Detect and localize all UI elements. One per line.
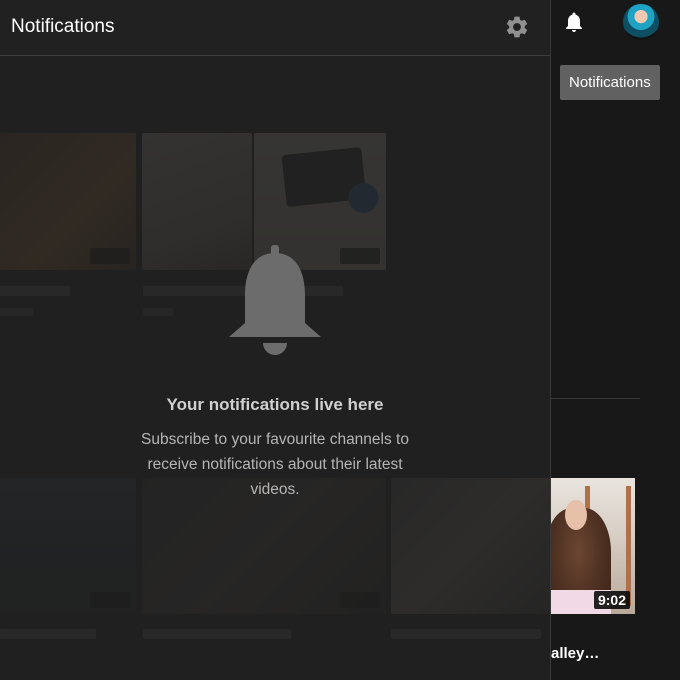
notifications-button[interactable] xyxy=(560,8,588,36)
video-title[interactable]: alley… xyxy=(551,645,599,662)
empty-state-heading: Your notifications live here xyxy=(166,395,384,414)
avatar[interactable] xyxy=(623,4,659,40)
duration-badge: 9:02 xyxy=(593,591,630,609)
notifications-panel: Notifications Your notifications live he… xyxy=(0,0,551,680)
video-thumbnail[interactable]: 9:02 xyxy=(551,478,635,614)
bell-icon xyxy=(566,12,582,32)
panel-header: Notifications xyxy=(0,0,550,56)
settings-button[interactable] xyxy=(502,12,532,42)
gear-icon xyxy=(506,16,528,38)
empty-state-description: Subscribe to your favourite channels to … xyxy=(141,431,409,498)
notifications-tooltip: Notifications xyxy=(560,65,660,100)
section-divider xyxy=(551,398,640,399)
bell-icon xyxy=(229,245,321,355)
empty-state: Your notifications live here Subscribe t… xyxy=(0,245,550,502)
app-window: 9:02 alley… Notifications Notifications xyxy=(0,0,680,680)
panel-title: Notifications xyxy=(11,16,115,37)
